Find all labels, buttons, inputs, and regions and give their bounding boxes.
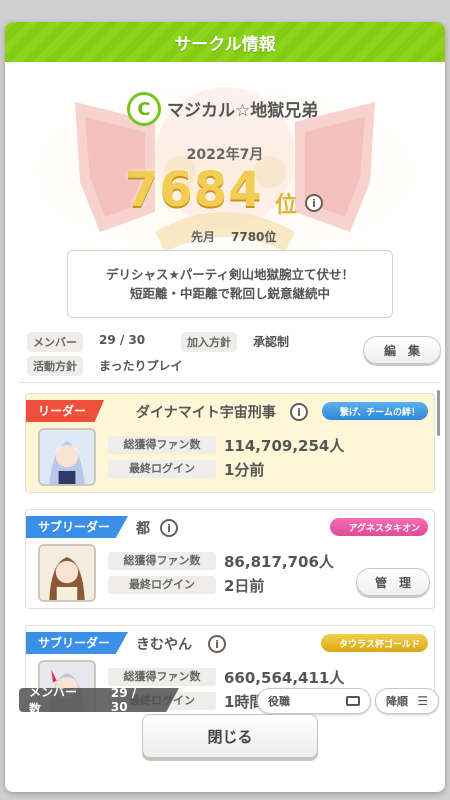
member-list-footer: メンバー数 29 / 30 役職 降順 ☰ [19,688,439,714]
edit-button[interactable]: 編 集 [363,336,441,364]
last-login-label: 最終ログイン [108,576,216,594]
sort-role-button[interactable]: 役職 [257,688,371,714]
manage-button[interactable]: 管 理 [356,568,430,596]
fans-value: 114,709,254人 [224,437,345,455]
close-button[interactable]: 閉じる [142,714,318,758]
member-name: きむやん [136,637,192,653]
member-count-value: 29 / 30 [110,686,137,714]
fans-label: 総獲得ファン数 [108,552,216,570]
rank-unit: 位 [275,193,298,218]
circle-emblem-icon: C [127,92,161,126]
members-label: メンバー [27,332,83,352]
dialog-header: サークル情報 [5,22,445,62]
members-value: 29 / 30 [99,333,146,347]
member-card-subleader[interactable]: サブリーダー 都 i アグネスタキオン 総獲得ファン数 86,817,706人 … [25,509,435,609]
filter-icon [346,696,360,706]
join-policy-label: 加入方針 [181,332,237,352]
role-tag-subleader: サブリーダー [26,516,129,538]
last-login-label: 最終ログイン [108,460,216,478]
member-info-icon[interactable]: i [208,635,226,653]
sort-order-label: 降順 [386,695,408,708]
member-info-icon[interactable]: i [160,519,178,537]
member-info-icon[interactable]: i [290,403,308,421]
member-card-leader[interactable]: リーダー ダイナマイト宇宙刑事 i 繋げ、チームの絆！ 総獲得ファン数 114,… [25,393,435,493]
sort-icon: ☰ [417,694,428,708]
title-badge: タウラス杯ゴールド [321,634,428,652]
rank-month: 2022年7月 [186,147,264,163]
member-count-label: メンバー数 [29,685,78,716]
sort-order-button[interactable]: 降順 ☰ [375,688,439,714]
role-tag-subleader: サブリーダー [26,632,129,654]
member-name: ダイナマイト宇宙刑事 [136,405,276,421]
member-name: 都 [136,521,150,537]
fans-value: 660,564,411人 [224,669,345,687]
prev-month-label: 先月 [191,230,216,244]
rank-info-icon[interactable]: i [305,194,323,212]
fans-label: 総獲得ファン数 [108,436,216,454]
slogan-line-2: 短距離・中距離で靴回し鋭意継続中 [129,286,330,301]
slogan-line-1: デリシャス★パーティ剣山地獄腕立て伏せ！ [106,267,354,282]
circle-name: マジカル☆地獄兄弟 [167,101,319,121]
fans-label: 総獲得ファン数 [108,668,216,686]
role-tag-leader: リーダー [26,400,105,422]
member-list-scrollbar[interactable] [437,390,440,436]
join-policy-value: 承認制 [253,335,290,349]
member-count: メンバー数 29 / 30 [19,688,179,712]
member-list[interactable]: リーダー ダイナマイト宇宙刑事 i 繋げ、チームの絆！ 総獲得ファン数 114,… [19,382,439,712]
fans-value: 86,817,706人 [224,553,334,571]
dialog-title: サークル情報 [174,34,276,55]
circle-slogan: デリシャス★パーティ剣山地獄腕立て伏せ！ 短距離・中距離で靴回し鋭意継続中 [67,250,393,318]
avatar [38,544,96,602]
activity-policy-label: 活動方針 [27,356,83,376]
prev-month-rank: 7780位 [231,230,277,244]
title-badge: 繋げ、チームの絆！ [321,402,428,420]
rank-number: 7684 [125,162,263,218]
last-login-value: 1分前 [224,461,265,479]
circle-info-dialog: サークル情報 C マジカル☆地獄兄弟 2022年7月 7684 位 i 先月 7… [5,22,445,792]
activity-policy-value: まったりプレイ [99,359,183,373]
avatar [38,428,96,486]
last-login-value: 2日前 [224,577,265,595]
sort-role-label: 役職 [268,695,290,708]
title-badge: アグネスタキオン [330,518,428,536]
